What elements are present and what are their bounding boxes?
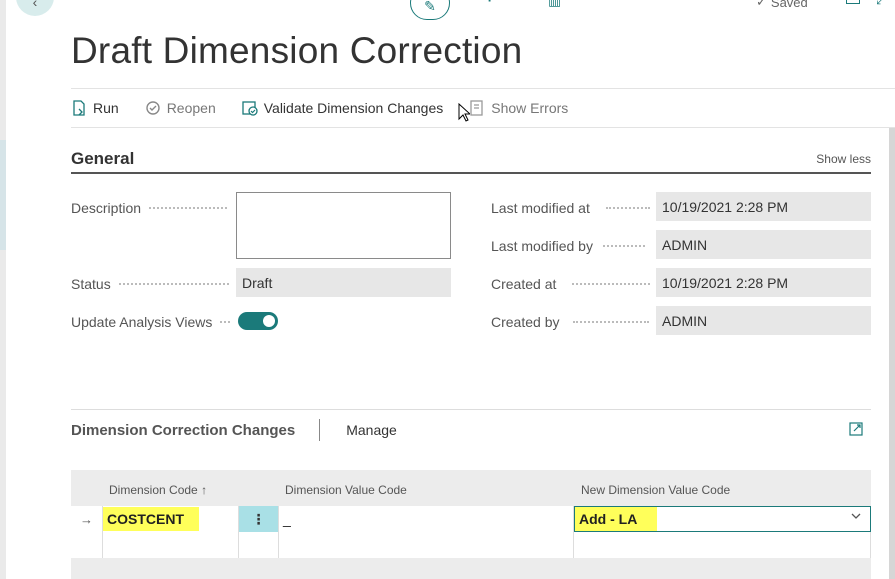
chevron-down-icon[interactable] <box>850 510 862 525</box>
description-input[interactable] <box>236 192 451 259</box>
column-header-dimension-value-code[interactable]: Dimension Value Code <box>285 483 407 497</box>
last-modified-by-label: Last modified by <box>491 238 645 254</box>
last-modified-by-value: ADMIN <box>656 230 871 259</box>
table-row[interactable]: → COSTCENT ⋮ _ Add - LA <box>71 506 871 532</box>
dimension-code-cell[interactable]: COSTCENT <box>103 506 239 532</box>
new-button[interactable]: + <box>482 0 497 11</box>
reopen-icon <box>145 100 161 116</box>
show-errors-label: Show Errors <box>491 100 569 116</box>
created-at-label: Created at <box>491 276 651 292</box>
validate-dimension-changes-button[interactable]: Validate Dimension Changes <box>242 89 444 127</box>
general-title: General <box>71 149 135 168</box>
row-menu-button[interactable]: ⋮ <box>239 506 279 532</box>
action-bar: Run Reopen Validate Dimension Changes Sh… <box>71 88 895 128</box>
page-title: Draft Dimension Correction <box>71 30 523 71</box>
mouse-cursor-icon <box>458 103 470 122</box>
run-label: Run <box>93 100 119 116</box>
plus-icon: + <box>482 0 497 10</box>
column-header-new-dimension-value-code[interactable]: New Dimension Value Code <box>581 483 730 497</box>
run-button[interactable]: Run <box>71 89 119 127</box>
expand-subpage-icon[interactable] <box>849 422 863 439</box>
reopen-label: Reopen <box>166 100 216 116</box>
created-at-value: 10/19/2021 2:28 PM <box>656 268 871 297</box>
delete-button[interactable]: ▥ <box>548 0 561 9</box>
general-section-header: General Show less <box>71 146 871 174</box>
description-label: Description <box>71 200 228 216</box>
dimension-value-code-cell[interactable]: _ <box>279 506 574 532</box>
manage-menu[interactable]: Manage <box>346 422 397 438</box>
saved-status: ✓ Saved <box>756 0 808 10</box>
trash-icon: ▥ <box>548 0 562 8</box>
table-row-empty[interactable] <box>71 532 871 558</box>
show-less-link[interactable]: Show less <box>816 152 871 166</box>
validate-label: Validate Dimension Changes <box>263 100 444 116</box>
show-errors-button[interactable]: Show Errors <box>469 89 568 127</box>
left-strip <box>0 0 6 579</box>
created-by-label: Created by <box>491 314 650 330</box>
check-icon: ✓ <box>756 0 767 9</box>
back-button[interactable]: ‹ <box>16 0 54 16</box>
dimension-correction-changes-title: Dimension Correction Changes <box>71 421 296 439</box>
open-new-window-button[interactable] <box>846 0 860 4</box>
chevron-left-icon: ‹ <box>32 0 38 10</box>
show-errors-icon <box>469 100 485 116</box>
page: ‹ ✎ + ▥ ✓ Saved ⤢ Draft Dimension Correc… <box>0 0 895 579</box>
new-dimension-value-code-input[interactable]: Add - LA <box>574 506 871 532</box>
saved-label: Saved <box>770 0 808 10</box>
column-header-dimension-code[interactable]: Dimension Code ↑ <box>109 483 207 497</box>
update-analysis-views-label: Update Analysis Views <box>71 314 231 330</box>
expand-button[interactable]: ⤢ <box>876 0 886 8</box>
status-value: Draft <box>236 268 451 297</box>
run-icon <box>71 100 87 116</box>
dimension-correction-changes-header: Dimension Correction Changes Manage <box>71 409 871 450</box>
last-modified-at-label: Last modified at <box>491 200 650 216</box>
last-modified-at-value: 10/19/2021 2:28 PM <box>656 192 871 221</box>
row-selector-arrow-icon: → <box>71 506 103 532</box>
sort-ascending-icon: ↑ <box>201 483 208 497</box>
created-by-value: ADMIN <box>656 306 871 335</box>
reopen-button[interactable]: Reopen <box>145 89 216 127</box>
expand-icon: ⤢ <box>876 0 886 7</box>
scrollbar[interactable] <box>889 128 895 579</box>
validate-icon <box>242 100 258 116</box>
edit-button[interactable]: ✎ <box>410 0 450 20</box>
pencil-icon: ✎ <box>424 0 436 14</box>
status-label: Status <box>71 276 229 292</box>
update-analysis-views-toggle[interactable] <box>238 312 278 330</box>
